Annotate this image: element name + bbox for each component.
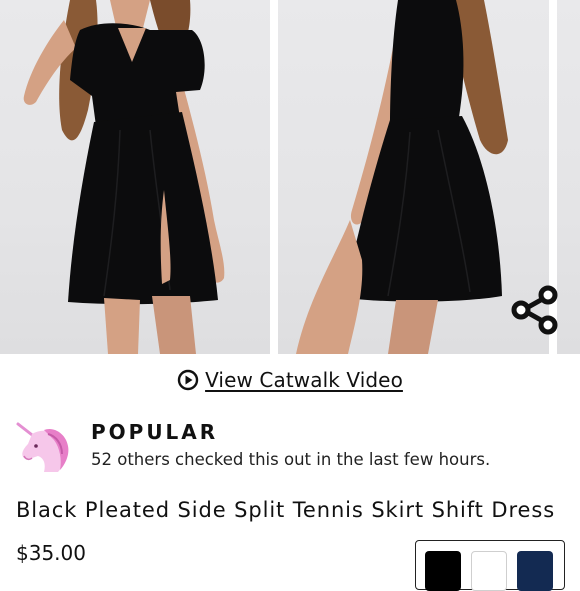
product-title: Black Pleated Side Split Tennis Skirt Sh… [16, 498, 556, 522]
view-catwalk-video-link[interactable]: View Catwalk Video [205, 368, 403, 392]
share-button[interactable] [506, 282, 564, 338]
share-icon [511, 285, 558, 335]
unicorn-icon [16, 422, 69, 472]
swatch-navy[interactable] [517, 551, 553, 591]
color-swatch-selector [415, 540, 565, 591]
product-image-gallery[interactable] [0, 0, 580, 354]
swatch-black[interactable] [425, 551, 461, 591]
popular-title: POPULAR [91, 420, 219, 444]
popular-description: 52 others checked this out in the last f… [91, 450, 491, 469]
product-price: $35.00 [16, 541, 86, 565]
product-photo-front[interactable] [0, 0, 270, 354]
model-front-illustration [23, 0, 225, 354]
catwalk-video-row: View Catwalk Video [0, 364, 580, 396]
swatch-white[interactable] [471, 551, 507, 591]
popular-banner: POPULAR 52 others checked this out in th… [14, 418, 574, 476]
play-circle-icon[interactable] [177, 369, 199, 391]
